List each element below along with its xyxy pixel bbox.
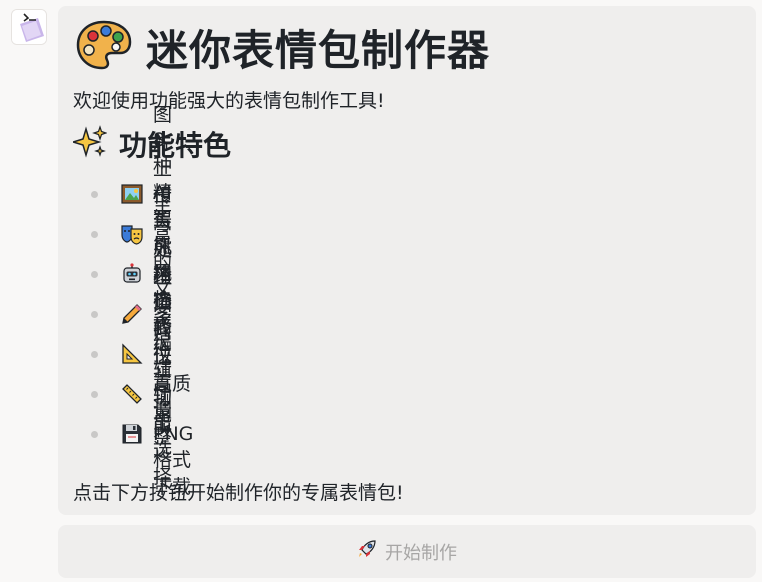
theater-masks-icon (121, 223, 143, 245)
picture-icon (121, 183, 143, 205)
avatar (11, 9, 47, 45)
section-heading: 功能特色 (70, 124, 232, 164)
intro-card: 迷你表情包制作器 欢迎使用功能强大的表情包制作工具! 功能特色 图片上传与处理 … (58, 6, 756, 515)
sparkles-icon (70, 125, 108, 163)
rocket-icon (357, 539, 377, 564)
notepad-icon (12, 10, 46, 44)
pencil-icon (121, 303, 143, 325)
title-text: 迷你表情包制作器 (146, 25, 491, 75)
bullet (91, 350, 98, 358)
bullet (91, 390, 98, 398)
section-heading-text: 功能特色 (119, 129, 232, 162)
palette-icon (76, 20, 132, 74)
start-button[interactable]: 开始制作 (58, 525, 756, 578)
welcome-text: 欢迎使用功能强大的表情包制作工具! (73, 90, 385, 112)
floppy-disk-icon (121, 423, 143, 445)
bullet (91, 230, 98, 238)
ruler-icon (121, 383, 143, 405)
bullet (91, 270, 98, 278)
footer-prompt: 点击下方按钮开始制作你的专属表情包! (73, 482, 404, 504)
triangle-ruler-icon (121, 343, 143, 365)
bullet (91, 190, 98, 198)
robot-icon (121, 263, 143, 285)
start-button-label: 开始制作 (385, 542, 457, 564)
bullet (91, 310, 98, 318)
page-title: 迷你表情包制作器 (76, 20, 490, 75)
bullet (91, 430, 98, 438)
